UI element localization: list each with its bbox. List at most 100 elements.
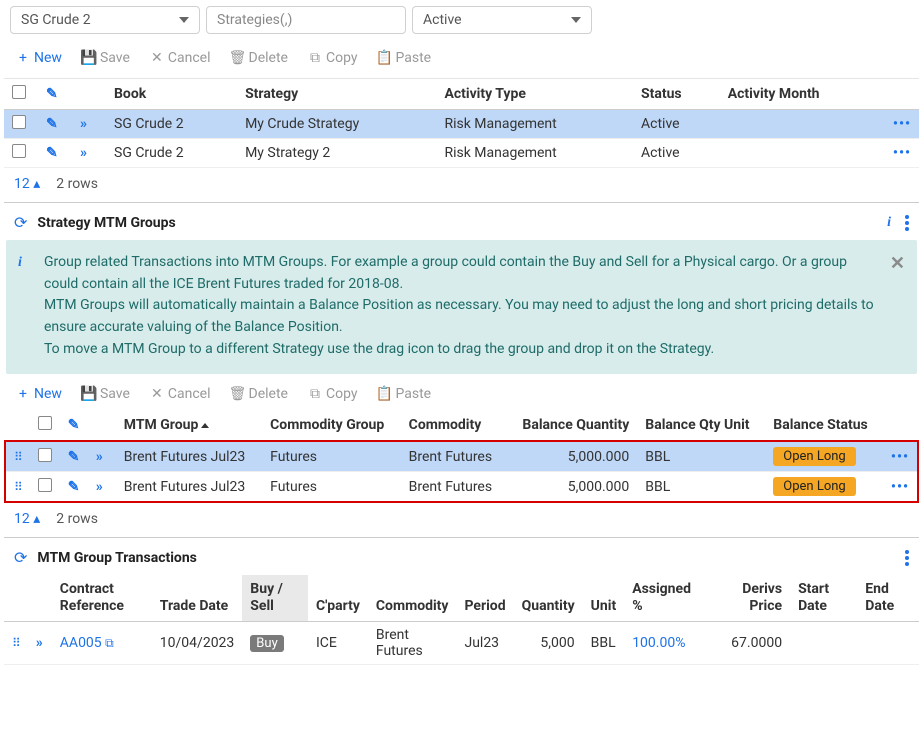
col-mtm-group[interactable]: MTM Group (116, 410, 262, 441)
paste-button[interactable]: 📋Paste (369, 46, 439, 70)
col-commodity[interactable]: Commodity (368, 575, 457, 621)
col-activity-month[interactable]: Activity Month (720, 79, 885, 110)
col-derivs-price[interactable]: Derivs Price (708, 575, 790, 621)
col-contract-ref[interactable]: Contract Reference (52, 575, 152, 621)
col-start-date[interactable]: Start Date (790, 575, 857, 621)
select-all-checkbox[interactable] (38, 416, 52, 430)
col-balance-status[interactable]: Balance Status (765, 410, 883, 441)
edit-all-icon[interactable]: ✎ (68, 417, 80, 433)
col-book[interactable]: Book (106, 79, 237, 110)
status-filter[interactable]: Active (412, 6, 592, 34)
row-checkbox[interactable] (12, 115, 26, 129)
col-cparty[interactable]: C'party (308, 575, 368, 621)
col-buy-sell[interactable]: Buy / Sell (242, 575, 308, 621)
cell-commodity-group: Futures (262, 472, 401, 503)
row-count: 2 rows (56, 176, 98, 192)
col-assigned[interactable]: Assigned % (624, 575, 707, 621)
drag-handle-icon[interactable]: ⠿ (14, 480, 22, 494)
cell-balance-unit: BBL (637, 441, 765, 472)
assigned-pct-link[interactable]: 100.00% (632, 635, 685, 651)
edit-all-icon[interactable]: ✎ (46, 86, 58, 102)
cell-balance-unit: BBL (637, 472, 765, 503)
info-icon[interactable]: i (887, 215, 891, 231)
cell-derivs-price: 67.0000 (708, 622, 790, 665)
copy-button[interactable]: ⧉Copy (300, 46, 366, 70)
panel-menu-icon[interactable] (905, 215, 909, 231)
close-icon[interactable]: ✕ (890, 250, 905, 278)
drag-handle-icon[interactable]: ⠿ (14, 450, 22, 464)
strategies-filter[interactable]: Strategies(,) (206, 6, 406, 34)
row-checkbox[interactable] (38, 478, 52, 492)
paste-icon: 📋 (377, 386, 391, 402)
cell-cparty: ICE (308, 622, 368, 665)
page-size[interactable]: 12 ▴ (14, 176, 40, 192)
strategies-toolbar: +New 💾Save ✕Cancel 🗑Delete ⧉Copy 📋Paste (4, 42, 919, 79)
edit-icon[interactable]: ✎ (46, 145, 58, 161)
edit-icon[interactable]: ✎ (68, 449, 80, 465)
table-row[interactable]: ✎ » SG Crude 2 My Strategy 2 Risk Manage… (4, 139, 919, 168)
col-period[interactable]: Period (456, 575, 513, 621)
col-activity-type[interactable]: Activity Type (436, 79, 633, 110)
table-row[interactable]: ⠿ ✎ » Brent Futures Jul23 Futures Brent … (5, 472, 918, 503)
paste-button[interactable]: 📋Paste (369, 382, 439, 406)
col-unit[interactable]: Unit (583, 575, 625, 621)
row-menu-icon[interactable]: ••• (893, 116, 911, 132)
cell-commodity: Brent Futures (401, 441, 507, 472)
cell-end-date (857, 622, 919, 665)
cancel-label: Cancel (168, 50, 211, 66)
delete-button[interactable]: 🗑Delete (223, 382, 296, 406)
row-menu-icon[interactable]: ••• (891, 479, 909, 495)
drill-icon[interactable]: » (80, 145, 84, 161)
filter-row: SG Crude 2 Strategies(,) Active (4, 4, 919, 42)
mtm-toolbar: +New 💾Save ✕Cancel 🗑Delete ⧉Copy 📋Paste (4, 378, 919, 410)
paste-label: Paste (395, 386, 431, 402)
cancel-icon: ✕ (150, 50, 164, 66)
row-checkbox[interactable] (12, 144, 26, 158)
copy-button[interactable]: ⧉Copy (300, 382, 366, 406)
col-strategy[interactable]: Strategy (237, 79, 436, 110)
save-button[interactable]: 💾Save (74, 46, 138, 70)
edit-icon[interactable]: ✎ (68, 479, 80, 495)
save-label: Save (100, 50, 130, 66)
book-filter[interactable]: SG Crude 2 (10, 6, 200, 34)
page-size[interactable]: 12 ▴ (14, 511, 40, 527)
select-all-checkbox[interactable] (12, 85, 26, 99)
cancel-button[interactable]: ✕Cancel (142, 382, 219, 406)
col-balance-unit[interactable]: Balance Qty Unit (637, 410, 765, 441)
contract-ref-link[interactable]: AA005 ⧉ (60, 635, 114, 651)
row-menu-icon[interactable]: ••• (893, 145, 911, 161)
drill-icon[interactable]: » (96, 479, 100, 495)
table-row[interactable]: ⠿ ✎ » Brent Futures Jul23 Futures Brent … (5, 441, 918, 472)
cancel-label: Cancel (168, 386, 211, 402)
cell-activity-month (720, 139, 885, 168)
delete-button[interactable]: 🗑Delete (223, 46, 296, 70)
col-end-date[interactable]: End Date (857, 575, 919, 621)
table-row[interactable]: ✎ » SG Crude 2 My Crude Strategy Risk Ma… (4, 110, 919, 139)
row-menu-icon[interactable]: ••• (891, 449, 909, 465)
copy-label: Copy (326, 50, 358, 66)
table-row[interactable]: ⠿ » AA005 ⧉ 10/04/2023 Buy ICE Brent Fut… (4, 622, 919, 665)
cell-mtm-group: Brent Futures Jul23 (116, 472, 262, 503)
buy-sell-badge: Buy (250, 635, 283, 652)
cell-trade-date: 10/04/2023 (152, 622, 243, 665)
drill-icon[interactable]: » (80, 116, 84, 132)
panel-menu-icon[interactable] (905, 550, 909, 566)
col-quantity[interactable]: Quantity (514, 575, 583, 621)
drag-handle-icon[interactable]: ⠿ (12, 636, 20, 650)
save-button[interactable]: 💾Save (74, 382, 138, 406)
drill-icon[interactable]: » (36, 635, 40, 651)
row-checkbox[interactable] (38, 448, 52, 462)
refresh-icon[interactable]: ⟳ (14, 548, 27, 567)
col-commodity[interactable]: Commodity (401, 410, 507, 441)
col-balance-qty[interactable]: Balance Quantity (507, 410, 638, 441)
drill-icon[interactable]: » (96, 449, 100, 465)
cell-mtm-group: Brent Futures Jul23 (116, 441, 262, 472)
edit-icon[interactable]: ✎ (46, 116, 58, 132)
col-status[interactable]: Status (633, 79, 720, 110)
new-button[interactable]: +New (8, 382, 70, 406)
cancel-button[interactable]: ✕Cancel (142, 46, 219, 70)
refresh-icon[interactable]: ⟳ (14, 213, 27, 232)
new-button[interactable]: +New (8, 46, 70, 70)
col-trade-date[interactable]: Trade Date (152, 575, 243, 621)
col-commodity-group[interactable]: Commodity Group (262, 410, 401, 441)
